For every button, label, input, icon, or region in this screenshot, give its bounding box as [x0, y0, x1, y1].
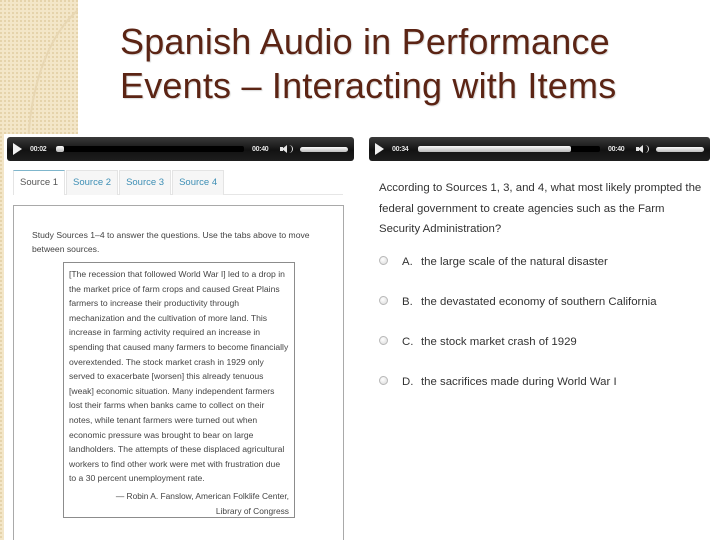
duration: 00:40: [608, 145, 625, 153]
option-letter: B.: [402, 296, 413, 308]
tab-source-2[interactable]: Source 2: [66, 170, 119, 195]
radio-button-icon[interactable]: [379, 296, 388, 305]
play-icon[interactable]: [375, 143, 384, 155]
source-panel: Study Sources 1–4 to answer the question…: [13, 205, 344, 540]
source-tabs: Source 1 Source 2 Source 3 Source 4: [13, 170, 343, 195]
option-text: the devastated economy of southern Calif…: [421, 296, 657, 308]
volume-slider[interactable]: [656, 146, 704, 152]
volume-icon[interactable]: [636, 144, 650, 154]
attribution-line-2: Library of Congress: [215, 505, 289, 516]
attribution-line-1: — Robin A. Fanslow, American Folklife Ce…: [115, 490, 289, 501]
answer-option-b[interactable]: B. the devastated economy of southern Ca…: [379, 293, 709, 333]
tab-source-3[interactable]: Source 3: [119, 170, 172, 195]
instructions-text: Study Sources 1–4 to answer the question…: [32, 230, 310, 254]
option-letter: D.: [402, 376, 414, 388]
seek-bar[interactable]: [56, 146, 244, 152]
radio-button-icon[interactable]: [379, 336, 388, 345]
answer-option-a[interactable]: A. the large scale of the natural disast…: [379, 253, 709, 293]
seek-progress: [56, 146, 64, 152]
seek-progress: [418, 146, 571, 152]
option-letter: A.: [402, 256, 413, 268]
option-text: the sacrifices made during World War I: [421, 376, 617, 388]
volume-slider[interactable]: [300, 146, 348, 152]
source-quote-text: [The recession that followed World War I…: [69, 269, 289, 484]
answer-options: A. the large scale of the natural disast…: [379, 253, 709, 413]
current-time: 00:34: [392, 145, 409, 153]
source-attribution: — Robin A. Fanslow, American Folklife Ce…: [69, 489, 289, 519]
duration: 00:40: [252, 145, 269, 153]
radio-button-icon[interactable]: [379, 256, 388, 265]
answer-option-d[interactable]: D. the sacrifices made during World War …: [379, 373, 709, 413]
option-text: the stock market crash of 1929: [421, 336, 577, 348]
seek-bar[interactable]: [418, 146, 600, 152]
option-text: the large scale of the natural disaster: [421, 256, 608, 268]
slide-title-line-1: Spanish Audio in Performance: [120, 21, 610, 62]
volume-icon[interactable]: [280, 144, 294, 154]
slide-title-line-2: Events – Interacting with Items: [120, 65, 617, 106]
question-text: According to Sources 1, 3, and 4, what m…: [379, 182, 702, 235]
answer-option-c[interactable]: C. the stock market crash of 1929: [379, 333, 709, 373]
tab-source-1[interactable]: Source 1: [13, 170, 66, 195]
slide-title: Spanish Audio in Performance Events – In…: [120, 20, 710, 108]
play-icon[interactable]: [13, 143, 22, 155]
audio-player-left: 00:02 00:40: [7, 137, 354, 161]
current-time: 00:02: [30, 145, 47, 153]
audio-player-right: 00:34 00:40: [369, 137, 710, 161]
source-quote-box: [The recession that followed World War I…: [63, 262, 295, 518]
radio-button-icon[interactable]: [379, 376, 388, 385]
tab-source-4[interactable]: Source 4: [172, 170, 225, 195]
option-letter: C.: [402, 336, 414, 348]
